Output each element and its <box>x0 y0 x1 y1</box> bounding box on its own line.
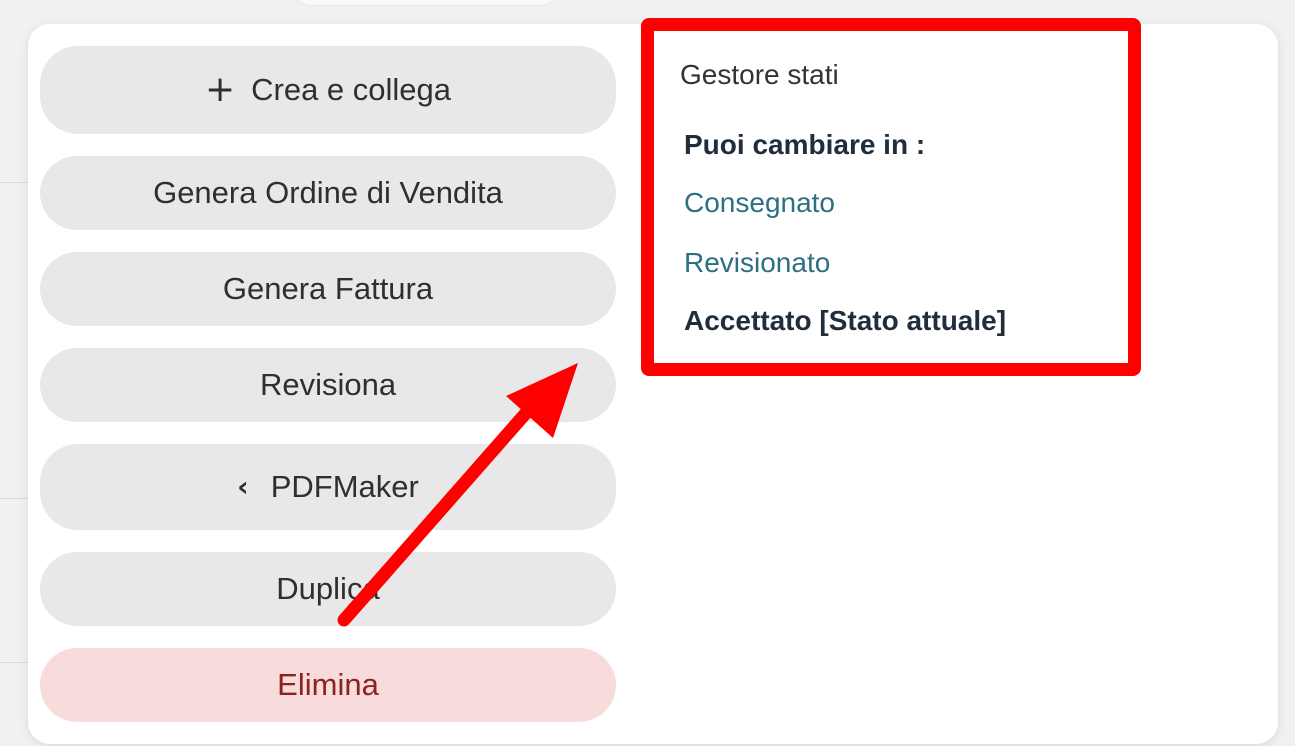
generate-sales-order-button[interactable]: Genera Ordine di Vendita <box>40 156 616 230</box>
state-manager-title: Gestore stati <box>680 59 839 90</box>
duplicate-label: Duplica <box>276 571 380 606</box>
background-divider <box>0 182 30 183</box>
state-option-delivered[interactable]: Consegnato <box>684 187 835 219</box>
delete-label: Elimina <box>277 667 379 702</box>
revise-label: Revisiona <box>259 367 397 402</box>
generate-invoice-button[interactable]: Genera Fattura <box>40 252 616 326</box>
generate-sales-order-label: Genera Ordine di Vendita <box>153 175 503 210</box>
background-pill <box>290 0 562 6</box>
current-state-label: Accettato [Stato attuale] <box>684 305 1007 336</box>
revise-button[interactable]: Revisiona <box>40 348 616 422</box>
duplicate-button[interactable]: Duplica <box>40 552 616 626</box>
state-manager-highlight: Gestore stati Puoi cambiare in : Consegn… <box>641 18 1141 376</box>
delete-button[interactable]: Elimina <box>40 648 616 722</box>
background-divider <box>0 662 30 663</box>
chevron-left-icon: ‹ <box>237 470 249 503</box>
state-option-revised[interactable]: Revisionato <box>684 247 830 279</box>
pdfmaker-label: PDFMaker <box>270 469 419 504</box>
background-divider <box>0 498 30 499</box>
generate-invoice-label: Genera Fattura <box>222 271 434 306</box>
create-and-link-button[interactable]: + Crea e collega <box>40 46 616 134</box>
pdfmaker-button[interactable]: ‹ PDFMaker <box>40 444 616 530</box>
state-change-heading: Puoi cambiare in : <box>684 129 926 160</box>
create-and-link-label: Crea e collega <box>251 72 452 107</box>
plus-icon: + <box>204 69 236 110</box>
